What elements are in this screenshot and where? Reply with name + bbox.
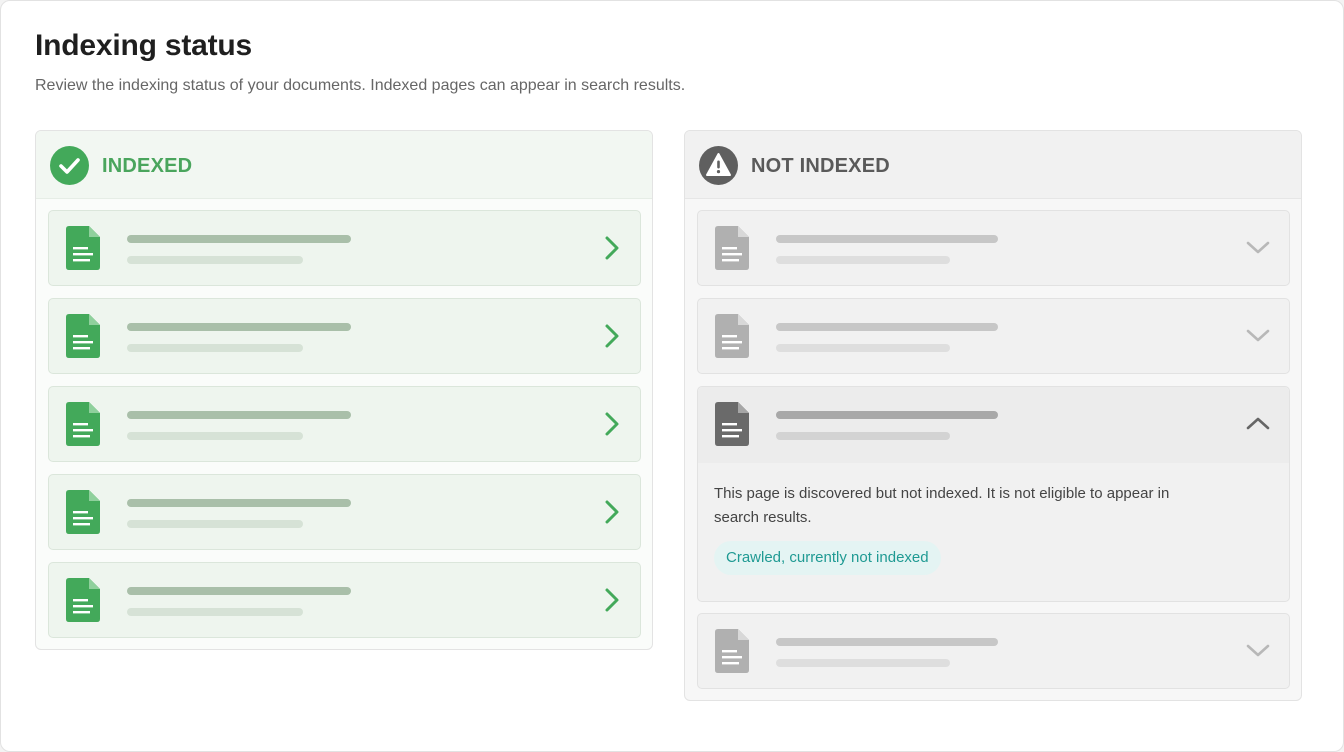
page-title: Indexing status: [35, 29, 253, 62]
page-description: Review the indexing status of your docum…: [35, 77, 686, 94]
document-url-placeholder: [776, 256, 950, 264]
document-icon: [66, 226, 100, 275]
indexed-panel: INDEXED: [35, 130, 653, 650]
indexed-document-row[interactable]: [48, 210, 641, 286]
document-icon: [66, 314, 100, 363]
chevron-right-icon[interactable]: [602, 499, 622, 530]
chevron-right-icon[interactable]: [602, 235, 622, 266]
document-url-placeholder: [127, 608, 303, 616]
indexed-document-row[interactable]: [48, 562, 641, 638]
not-indexed-panel-header: NOT INDEXED: [685, 131, 1301, 199]
document-title-placeholder: [127, 235, 351, 243]
document-title-placeholder: [776, 411, 998, 419]
indexed-panel-label: INDEXED: [102, 155, 193, 177]
expanded-row-header[interactable]: [698, 387, 1289, 463]
document-title-placeholder: [776, 638, 998, 646]
not-indexed-document-row[interactable]: [697, 298, 1290, 374]
document-icon: [66, 402, 100, 451]
indexing-status-page: Indexing status Review the indexing stat…: [0, 0, 1344, 752]
document-url-placeholder: [127, 344, 303, 352]
document-url-placeholder: [127, 256, 303, 264]
document-icon: [66, 490, 100, 539]
document-icon: [715, 314, 749, 363]
document-icon: [715, 629, 749, 678]
chevron-down-icon[interactable]: [1245, 327, 1271, 350]
document-icon: [66, 578, 100, 627]
chevron-right-icon[interactable]: [602, 323, 622, 354]
document-title-placeholder: [127, 323, 351, 331]
document-title-placeholder: [776, 323, 998, 331]
indexed-document-row[interactable]: [48, 298, 641, 374]
document-url-placeholder: [776, 659, 950, 667]
document-url-placeholder: [127, 432, 303, 440]
indexed-document-row[interactable]: [48, 474, 641, 550]
not-indexed-panel: NOT INDEXED This page is discovered but …: [684, 130, 1302, 701]
not-indexed-document-row[interactable]: [697, 613, 1290, 689]
document-icon: [715, 226, 749, 275]
indexed-document-row[interactable]: [48, 386, 641, 462]
chevron-right-icon[interactable]: [602, 587, 622, 618]
document-url-placeholder: [776, 432, 950, 440]
status-badge: Crawled, currently not indexed: [714, 541, 941, 575]
document-url-placeholder: [127, 520, 303, 528]
document-title-placeholder: [127, 411, 351, 419]
document-title-placeholder: [127, 587, 351, 595]
document-url-placeholder: [776, 344, 950, 352]
document-title-placeholder: [127, 499, 351, 507]
chevron-up-icon[interactable]: [1245, 414, 1271, 437]
not-indexed-document-row-expanded[interactable]: This page is discovered but not indexed.…: [697, 386, 1290, 602]
indexed-panel-header: INDEXED: [36, 131, 652, 199]
not-indexed-document-row[interactable]: [697, 210, 1290, 286]
chevron-right-icon[interactable]: [602, 411, 622, 442]
document-title-placeholder: [776, 235, 998, 243]
warning-triangle-icon: [699, 146, 738, 185]
indexing-status-message: This page is discovered but not indexed.…: [714, 485, 1170, 526]
check-circle-icon: [50, 146, 89, 185]
chevron-down-icon[interactable]: [1245, 239, 1271, 262]
chevron-down-icon[interactable]: [1245, 642, 1271, 665]
document-icon: [715, 402, 749, 451]
not-indexed-panel-label: NOT INDEXED: [751, 155, 890, 177]
